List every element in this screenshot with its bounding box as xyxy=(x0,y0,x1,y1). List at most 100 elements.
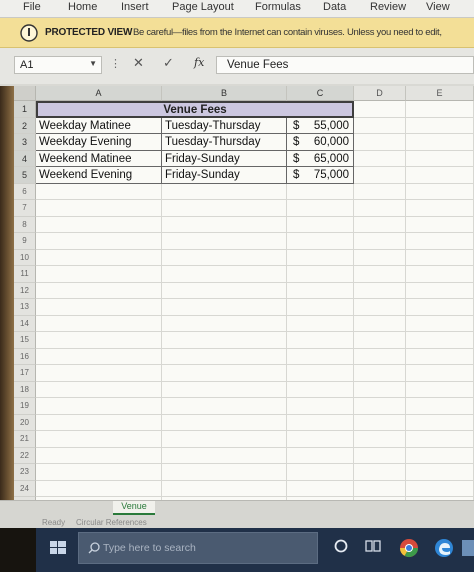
empty-cell[interactable] xyxy=(354,249,406,266)
windows-start-icon[interactable] xyxy=(44,534,72,562)
empty-cell[interactable] xyxy=(354,447,406,464)
empty-cell[interactable] xyxy=(162,398,287,415)
empty-cell[interactable] xyxy=(406,101,474,118)
empty-cell[interactable] xyxy=(162,332,287,349)
empty-cell[interactable] xyxy=(162,480,287,497)
empty-cell[interactable] xyxy=(287,266,354,283)
empty-cell[interactable] xyxy=(354,398,406,415)
empty-cell[interactable] xyxy=(354,282,406,299)
cell-venue-name[interactable]: Weekend Matinee xyxy=(36,150,162,167)
row-header[interactable]: 14 xyxy=(14,315,36,332)
empty-cell[interactable] xyxy=(406,249,474,266)
empty-cell[interactable] xyxy=(162,365,287,382)
empty-cell[interactable] xyxy=(36,249,162,266)
select-all-corner[interactable] xyxy=(14,86,36,101)
empty-cell[interactable] xyxy=(162,233,287,250)
menu-review[interactable]: Review xyxy=(370,1,406,13)
menu-insert[interactable]: Insert xyxy=(121,1,149,13)
empty-cell[interactable] xyxy=(406,200,474,217)
edge-icon[interactable] xyxy=(434,538,454,558)
cell-venue-fee[interactable]: $55,000 xyxy=(287,117,354,134)
empty-cell[interactable] xyxy=(354,315,406,332)
empty-cell[interactable] xyxy=(354,414,406,431)
merged-title-cell[interactable]: Venue Fees xyxy=(36,101,354,118)
empty-cell[interactable] xyxy=(36,381,162,398)
empty-cell[interactable] xyxy=(354,381,406,398)
empty-cell[interactable] xyxy=(36,464,162,481)
cell-venue-days[interactable]: Friday-Sunday xyxy=(162,167,287,184)
empty-cell[interactable] xyxy=(287,200,354,217)
empty-cell[interactable] xyxy=(36,299,162,316)
empty-cell[interactable] xyxy=(406,348,474,365)
sheet-tab-venue[interactable]: Venue xyxy=(113,501,155,515)
enter-check-icon[interactable]: ✓ xyxy=(163,55,174,71)
empty-cell[interactable] xyxy=(406,216,474,233)
column-header-e[interactable]: E xyxy=(406,86,474,101)
empty-cell[interactable] xyxy=(287,414,354,431)
empty-cell[interactable] xyxy=(406,167,474,184)
row-header[interactable]: 3 xyxy=(14,134,36,151)
empty-cell[interactable] xyxy=(36,332,162,349)
empty-cell[interactable] xyxy=(354,216,406,233)
empty-cell[interactable] xyxy=(162,200,287,217)
row-header[interactable]: 7 xyxy=(14,200,36,217)
row-header[interactable]: 21 xyxy=(14,431,36,448)
formula-input[interactable]: Venue Fees xyxy=(216,56,474,74)
empty-cell[interactable] xyxy=(354,183,406,200)
row-header[interactable]: 1 xyxy=(14,101,36,118)
empty-cell[interactable] xyxy=(406,299,474,316)
empty-cell[interactable] xyxy=(406,266,474,283)
empty-cell[interactable] xyxy=(36,414,162,431)
empty-cell[interactable] xyxy=(162,249,287,266)
empty-cell[interactable] xyxy=(287,447,354,464)
cortana-icon[interactable] xyxy=(333,538,349,554)
empty-cell[interactable] xyxy=(36,183,162,200)
empty-cell[interactable] xyxy=(162,414,287,431)
empty-cell[interactable] xyxy=(354,464,406,481)
app-icon[interactable] xyxy=(462,538,474,558)
status-circular-references[interactable]: Circular References xyxy=(76,518,147,527)
empty-cell[interactable] xyxy=(354,134,406,151)
row-header[interactable]: 20 xyxy=(14,414,36,431)
insert-function-icon[interactable]: fx xyxy=(194,56,204,69)
empty-cell[interactable] xyxy=(406,282,474,299)
empty-cell[interactable] xyxy=(354,348,406,365)
empty-cell[interactable] xyxy=(354,167,406,184)
row-header[interactable]: 19 xyxy=(14,398,36,415)
empty-cell[interactable] xyxy=(406,315,474,332)
row-header[interactable]: 2 xyxy=(14,117,36,134)
empty-cell[interactable] xyxy=(287,348,354,365)
empty-cell[interactable] xyxy=(287,398,354,415)
empty-cell[interactable] xyxy=(287,183,354,200)
empty-cell[interactable] xyxy=(162,381,287,398)
spreadsheet-grid[interactable]: A B C D E 1 2 3 4 5 6 7 8 9 10 11 12 13 14 15 16 17 18 19 2… xyxy=(0,86,474,530)
empty-cell[interactable] xyxy=(406,117,474,134)
empty-cell[interactable] xyxy=(406,431,474,448)
empty-cell[interactable] xyxy=(406,480,474,497)
row-header[interactable]: 17 xyxy=(14,365,36,382)
row-header[interactable]: 24 xyxy=(14,480,36,497)
empty-cell[interactable] xyxy=(36,216,162,233)
empty-cell[interactable] xyxy=(287,365,354,382)
cell-venue-fee[interactable]: $75,000 xyxy=(287,167,354,184)
empty-cell[interactable] xyxy=(406,381,474,398)
menu-page-layout[interactable]: Page Layout xyxy=(172,1,234,13)
empty-cell[interactable] xyxy=(406,464,474,481)
cell-venue-name[interactable]: Weekend Evening xyxy=(36,167,162,184)
empty-cell[interactable] xyxy=(406,365,474,382)
empty-cell[interactable] xyxy=(162,299,287,316)
empty-cell[interactable] xyxy=(354,200,406,217)
row-header[interactable]: 12 xyxy=(14,282,36,299)
empty-cell[interactable] xyxy=(354,117,406,134)
column-header-a[interactable]: A xyxy=(36,86,162,101)
taskbar-search[interactable]: Type here to search xyxy=(78,532,318,564)
menu-data[interactable]: Data xyxy=(323,1,346,13)
empty-cell[interactable] xyxy=(287,315,354,332)
empty-cell[interactable] xyxy=(354,480,406,497)
row-header[interactable]: 18 xyxy=(14,381,36,398)
chevron-down-icon[interactable]: ▼ xyxy=(89,59,97,68)
cell-venue-fee[interactable]: $60,000 xyxy=(287,134,354,151)
empty-cell[interactable] xyxy=(36,315,162,332)
empty-cell[interactable] xyxy=(287,249,354,266)
row-header[interactable]: 16 xyxy=(14,348,36,365)
